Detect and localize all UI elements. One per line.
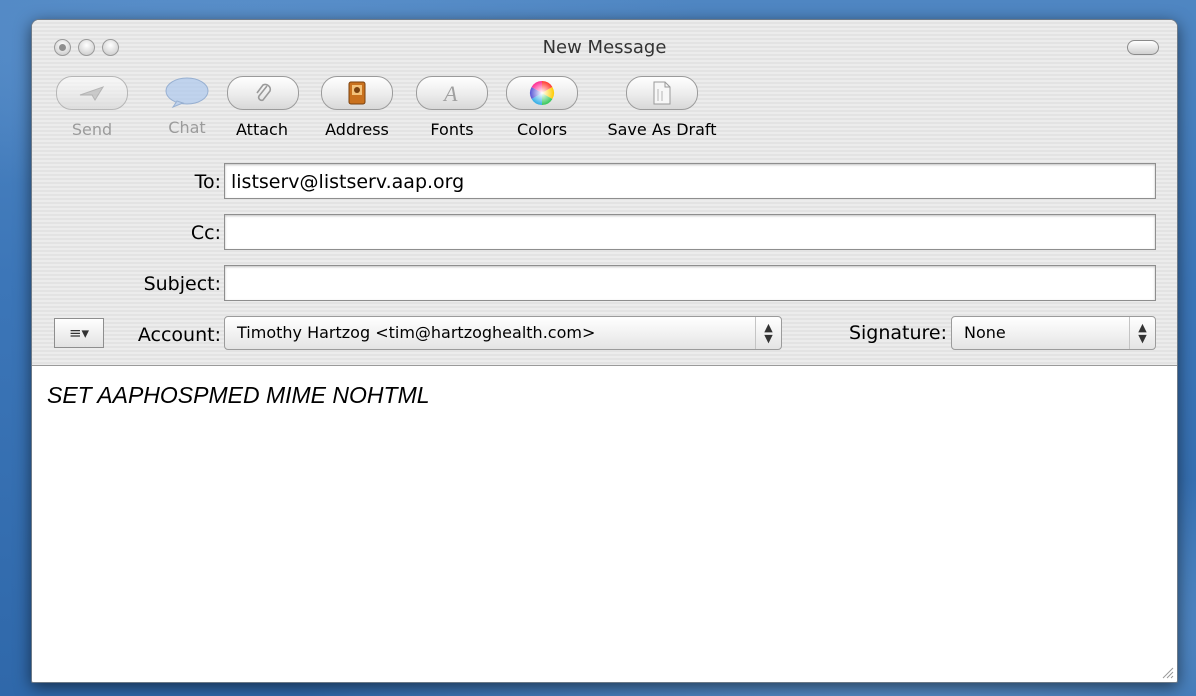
toolbar: Send Chat Attach Address A Fonts Colors … <box>32 76 1177 146</box>
address-book-icon <box>348 81 366 105</box>
to-field[interactable]: listserv@listserv.aap.org <box>224 163 1156 199</box>
send-button[interactable]: Send <box>52 76 132 139</box>
fonts-label: Fonts <box>430 120 474 139</box>
paperclip-icon <box>256 83 272 102</box>
address-label: Address <box>325 120 389 139</box>
header-options-button[interactable]: ≡▾ <box>54 318 104 348</box>
account-value: Timothy Hartzog <tim@hartzoghealth.com> <box>237 323 596 342</box>
attach-button[interactable]: Attach <box>227 76 299 139</box>
resize-grip-icon[interactable] <box>1160 665 1174 679</box>
fonts-button[interactable]: A Fonts <box>412 76 492 139</box>
cc-field[interactable] <box>224 214 1156 250</box>
list-menu-icon: ≡▾ <box>68 324 90 342</box>
subject-row: Subject: <box>32 265 1177 303</box>
popup-arrows-icon: ▲ ▼ <box>755 317 781 349</box>
subject-field[interactable] <box>224 265 1156 301</box>
account-popup[interactable]: Timothy Hartzog <tim@hartzoghealth.com> … <box>224 316 782 350</box>
new-message-window: New Message Send Chat Attach Address A F… <box>31 19 1178 683</box>
signature-label: Signature: <box>848 322 947 344</box>
send-label: Send <box>71 120 113 139</box>
window-chrome: New Message Send Chat Attach Address A F… <box>32 20 1177 366</box>
account-row: ≡▾ Account: Timothy Hartzog <tim@hartzog… <box>32 316 1177 354</box>
cc-row: Cc: <box>32 214 1177 252</box>
to-row: To: listserv@listserv.aap.org <box>32 163 1177 201</box>
chat-bubble-icon <box>165 77 209 108</box>
colors-button[interactable]: Colors <box>502 76 582 139</box>
chat-label: Chat <box>168 118 206 137</box>
subject-label: Subject: <box>143 273 221 295</box>
colors-label: Colors <box>516 120 568 139</box>
chat-button[interactable]: Chat <box>152 76 222 137</box>
popup-arrows-icon: ▲ ▼ <box>1129 317 1155 349</box>
save-as-draft-label: Save As Draft <box>607 120 717 139</box>
fonts-icon: A <box>442 81 458 105</box>
svg-text:A: A <box>442 81 458 105</box>
title-bar[interactable]: New Message <box>32 20 1177 58</box>
account-label: Account: <box>137 324 221 346</box>
send-icon <box>79 86 105 101</box>
toolbar-toggle-button[interactable] <box>1127 40 1159 55</box>
signature-popup[interactable]: None ▲ ▼ <box>951 316 1156 350</box>
draft-document-icon <box>653 81 671 105</box>
attach-label: Attach <box>236 120 288 139</box>
save-as-draft-button[interactable]: Save As Draft <box>592 76 732 139</box>
address-button[interactable]: Address <box>317 76 397 139</box>
cc-label: Cc: <box>190 222 221 244</box>
window-title: New Message <box>542 37 667 58</box>
to-label: To: <box>194 171 221 193</box>
message-body[interactable]: SET AAPHOSPMED MIME NOHTML <box>47 382 430 409</box>
color-wheel-icon <box>529 81 555 105</box>
signature-value: None <box>964 323 1006 342</box>
